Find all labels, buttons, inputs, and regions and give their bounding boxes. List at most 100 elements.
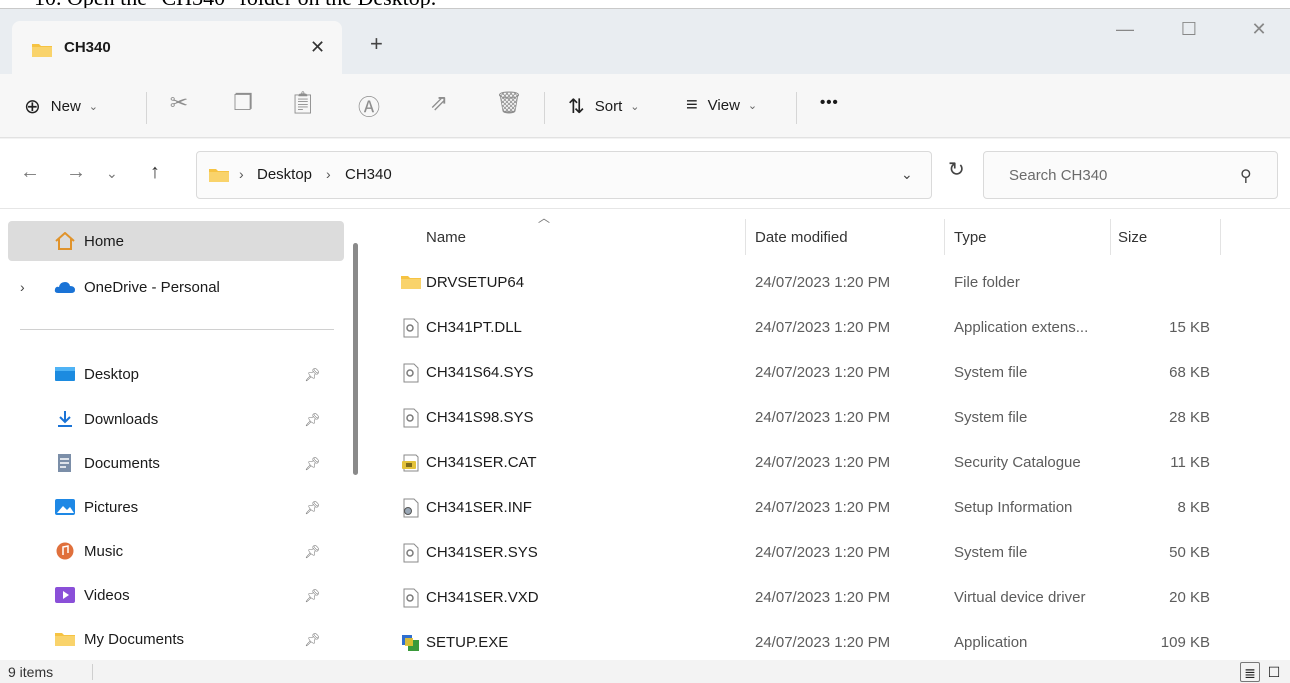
recent-locations-chevron-icon[interactable]: ⌄ xyxy=(106,165,118,182)
tiles-view-icon[interactable]: ☐ xyxy=(1264,662,1284,682)
file-type: Virtual device driver xyxy=(954,589,1086,606)
file-row[interactable]: CH341SER.SYS 24/07/2023 1:20 PM System f… xyxy=(370,532,1290,576)
breadcrumb-ch340[interactable]: CH340 xyxy=(345,166,392,183)
file-name: CH341PT.DLL xyxy=(426,319,522,336)
column-header-type[interactable]: Type xyxy=(954,229,987,246)
paste-icon[interactable]: 📋︎ xyxy=(288,90,318,116)
chevron-right-icon: › xyxy=(239,166,244,182)
tab-ch340[interactable]: CH340 ✕ xyxy=(12,21,342,74)
file-row[interactable]: CH341SER.CAT 24/07/2023 1:20 PM Security… xyxy=(370,442,1290,486)
onedrive-cloud-icon xyxy=(54,282,75,293)
rename-icon[interactable]: Ⓐ xyxy=(354,90,384,122)
file-type: System file xyxy=(954,409,1028,426)
sidebar-scrollbar[interactable] xyxy=(353,243,358,475)
pin-icon[interactable]: 📌︎ xyxy=(304,456,321,472)
sidebar-item-music[interactable]: Music xyxy=(8,531,344,571)
videos-icon xyxy=(55,587,75,603)
close-tab-button[interactable]: ✕ xyxy=(310,37,325,58)
pin-icon[interactable]: 📌︎ xyxy=(304,588,321,604)
column-divider[interactable] xyxy=(745,219,746,255)
title-bar: CH340 ✕ + — ☐ ✕ xyxy=(0,9,1290,74)
new-button[interactable]: ⊕ New ⌄ xyxy=(24,94,98,119)
forward-arrow-icon[interactable]: → xyxy=(66,161,86,184)
minimize-button[interactable]: — xyxy=(1100,19,1150,49)
new-tab-button[interactable]: + xyxy=(370,33,383,55)
file-explorer-window: CH340 ✕ + — ☐ ✕ ⊕ New ⌄ ✂ ❐ 📋︎ Ⓐ ⇗ 🗑︎ ⇅ … xyxy=(0,8,1290,683)
close-window-button[interactable]: ✕ xyxy=(1234,19,1284,49)
file-row[interactable]: CH341SER.VXD 24/07/2023 1:20 PM Virtual … xyxy=(370,577,1290,621)
status-bar: 9 items ≣ ☐ xyxy=(0,660,1290,683)
up-arrow-icon[interactable]: ↑ xyxy=(150,161,160,184)
folder-icon xyxy=(209,169,229,182)
sidebar-item-videos[interactable]: Videos xyxy=(8,575,344,615)
sort-button[interactable]: ⇅ Sort ⌄ xyxy=(568,94,640,119)
address-history-chevron-icon[interactable]: ⌄ xyxy=(901,166,913,183)
sidebar-item-downloads[interactable]: Downloads xyxy=(8,399,344,439)
search-box: ⚲ xyxy=(983,151,1278,199)
search-icon[interactable]: ⚲ xyxy=(1240,166,1252,186)
file-row[interactable]: CH341S98.SYS 24/07/2023 1:20 PM System f… xyxy=(370,397,1290,441)
address-bar[interactable]: › Desktop › CH340 ⌄ xyxy=(196,151,932,199)
file-row[interactable]: CH341SER.INF 24/07/2023 1:20 PM Setup In… xyxy=(370,487,1290,531)
view-button[interactable]: ≡ View ⌄ xyxy=(686,94,757,117)
desktop-icon xyxy=(55,367,75,381)
sidebar-item-desktop[interactable]: Desktop xyxy=(8,354,344,394)
sidebar-item-home[interactable]: Home xyxy=(8,221,344,261)
search-input[interactable] xyxy=(985,153,1225,197)
copy-icon[interactable]: ❐ xyxy=(228,90,258,116)
sidebar-item-pictures[interactable]: Pictures xyxy=(8,487,344,527)
sidebar-item-my-documents[interactable]: My Documents xyxy=(8,619,344,659)
sidebar-item-label: Downloads xyxy=(84,410,159,428)
file-size: 8 KB xyxy=(1177,499,1210,516)
file-type: Application extens... xyxy=(954,319,1089,336)
maximize-button[interactable]: ☐ xyxy=(1164,19,1214,49)
pin-icon[interactable]: 📌︎ xyxy=(304,367,321,383)
toolbar-divider xyxy=(146,92,147,124)
music-icon xyxy=(56,542,74,560)
column-divider[interactable] xyxy=(1220,219,1221,255)
home-icon xyxy=(55,232,75,250)
cut-icon[interactable]: ✂ xyxy=(164,90,194,116)
column-divider[interactable] xyxy=(1110,219,1111,255)
column-header-date[interactable]: Date modified xyxy=(755,229,848,246)
file-date: 24/07/2023 1:20 PM xyxy=(755,364,891,381)
more-options-button[interactable]: ••• xyxy=(820,94,839,111)
sidebar-item-documents[interactable]: Documents xyxy=(8,443,344,483)
file-type: File folder xyxy=(954,274,1020,291)
file-row[interactable]: CH341PT.DLL 24/07/2023 1:20 PM Applicati… xyxy=(370,307,1290,351)
sort-ascending-icon: ︿ xyxy=(538,211,551,225)
sort-icon: ⇅ xyxy=(568,96,585,118)
pin-icon[interactable]: 📌︎ xyxy=(304,500,321,516)
back-arrow-icon[interactable]: ← xyxy=(20,161,40,184)
address-row: ← → ⌄ ↑ › Desktop › CH340 ⌄ ↻ ⚲ xyxy=(0,139,1290,209)
file-size: 11 KB xyxy=(1170,454,1210,471)
file-name: CH341SER.VXD xyxy=(426,589,539,606)
pin-icon[interactable]: 📌︎ xyxy=(304,412,321,428)
file-row[interactable]: DRVSETUP64 24/07/2023 1:20 PM File folde… xyxy=(370,262,1290,306)
system-file-icon xyxy=(403,408,419,428)
refresh-icon[interactable]: ↻ xyxy=(948,157,965,182)
pin-icon[interactable]: 📌︎ xyxy=(304,544,321,560)
tab-title: CH340 xyxy=(64,39,111,56)
file-row[interactable]: CH341S64.SYS 24/07/2023 1:20 PM System f… xyxy=(370,352,1290,396)
breadcrumb-desktop[interactable]: Desktop xyxy=(257,166,312,183)
toolbar-divider xyxy=(544,92,545,124)
file-date: 24/07/2023 1:20 PM xyxy=(755,544,891,561)
column-header-name[interactable]: Name xyxy=(426,229,466,246)
details-view-icon[interactable]: ≣ xyxy=(1240,662,1260,682)
file-name: CH341SER.INF xyxy=(426,499,532,516)
file-name: CH341S98.SYS xyxy=(426,409,534,426)
toolbar-divider xyxy=(796,92,797,124)
delete-icon[interactable]: 🗑︎ xyxy=(494,90,524,116)
view-label: View xyxy=(707,97,740,114)
chevron-down-icon: ⌄ xyxy=(747,100,758,112)
chevron-down-icon: ⌄ xyxy=(88,101,98,113)
column-header-size[interactable]: Size xyxy=(1118,229,1147,246)
pin-icon[interactable]: 📌︎ xyxy=(304,632,321,648)
file-date: 24/07/2023 1:20 PM xyxy=(755,499,891,516)
sidebar-item-label: Home xyxy=(84,232,125,250)
sidebar-item-onedrive[interactable]: OneDrive - Personal xyxy=(8,267,344,307)
share-icon[interactable]: ⇗ xyxy=(424,90,454,116)
sidebar-item-label: Desktop xyxy=(84,365,140,383)
column-divider[interactable] xyxy=(944,219,945,255)
